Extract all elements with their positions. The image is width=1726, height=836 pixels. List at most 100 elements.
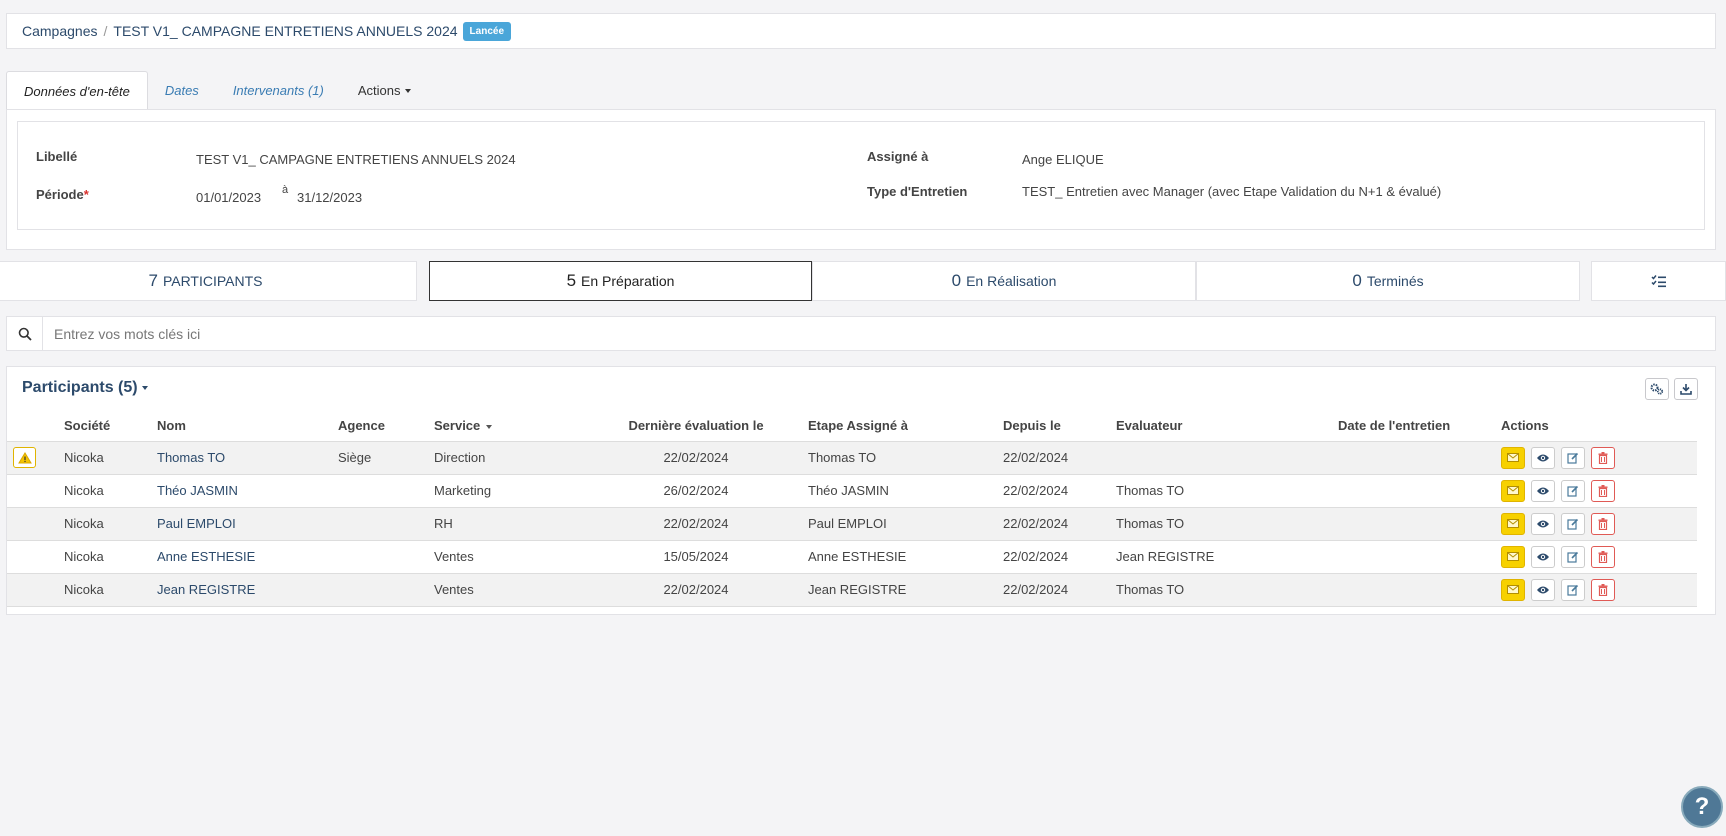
derniere-evaluation-cell: 15/05/2024 — [584, 540, 808, 574]
table-row[interactable]: Nicoka Thomas TO Siège Direction 22/02/2024 T… — [7, 441, 1697, 475]
derniere-evaluation-cell: 26/02/2024 — [584, 474, 808, 508]
edit-button[interactable] — [1561, 446, 1585, 469]
tab-header-data[interactable]: Données d'en-tête — [6, 71, 148, 110]
send-email-button[interactable] — [1501, 512, 1525, 535]
table-row[interactable]: Nicoka Anne ESTHESIE Ventes 15/05/2024 Anne … — [7, 540, 1697, 574]
caret-down-icon — [141, 385, 148, 390]
societe-cell: Nicoka — [64, 573, 157, 607]
societe-cell: Nicoka — [64, 507, 157, 541]
search-input[interactable] — [43, 317, 1715, 350]
send-email-button[interactable] — [1501, 578, 1525, 601]
checklist-button[interactable] — [1591, 261, 1726, 301]
derniere-evaluation-cell: 22/02/2024 — [584, 573, 808, 607]
column-settings-button[interactable] — [1645, 378, 1669, 400]
status-cell — [7, 474, 64, 508]
stat-count: 5 — [566, 271, 577, 290]
edit-button[interactable] — [1561, 512, 1585, 535]
nom-link[interactable]: Anne ESTHESIE — [157, 540, 338, 574]
date-entretien-cell — [1338, 573, 1501, 607]
send-email-button[interactable] — [1501, 479, 1525, 502]
table-row[interactable]: Nicoka Théo JASMIN Marketing 26/02/2024 Théo… — [7, 474, 1697, 508]
stat-termines[interactable]: 0 Terminés — [1196, 261, 1580, 301]
row-actions — [1501, 512, 1697, 535]
nom-link[interactable]: Jean REGISTRE — [157, 573, 338, 607]
edit-button[interactable] — [1561, 545, 1585, 568]
view-button[interactable] — [1531, 545, 1555, 568]
stat-en-realisation[interactable]: 0 En Réalisation — [812, 261, 1196, 301]
edit-button[interactable] — [1561, 578, 1585, 601]
col-date-entretien[interactable]: Date de l'entretien — [1338, 411, 1501, 442]
stat-en-preparation[interactable]: 5 En Préparation — [429, 261, 812, 301]
breadcrumb-current: TEST V1_ CAMPAGNE ENTRETIENS ANNUELS 202… — [113, 23, 458, 39]
edit-icon — [1567, 551, 1579, 563]
delete-button[interactable] — [1591, 446, 1615, 469]
col-etape-assigne[interactable]: Etape Assigné à — [808, 411, 1003, 442]
col-evaluateur[interactable]: Evaluateur — [1116, 411, 1338, 442]
stat-label: En Préparation — [581, 273, 675, 289]
view-button[interactable] — [1531, 512, 1555, 535]
export-button[interactable] — [1674, 378, 1698, 400]
search-bar — [6, 316, 1716, 351]
agence-cell — [338, 573, 434, 607]
societe-cell: Nicoka — [64, 474, 157, 508]
delete-button[interactable] — [1591, 545, 1615, 568]
checklist-icon — [1650, 275, 1666, 288]
row-actions — [1501, 545, 1697, 568]
nom-link[interactable]: Théo JASMIN — [157, 474, 338, 508]
gears-icon — [1650, 383, 1664, 395]
societe-cell: Nicoka — [64, 441, 157, 475]
edit-icon — [1567, 485, 1579, 497]
tab-actions-label: Actions — [357, 83, 401, 98]
tab-dates[interactable]: Dates — [148, 71, 216, 110]
breadcrumb-root-link[interactable]: Campagnes — [22, 23, 98, 39]
view-button[interactable] — [1531, 446, 1555, 469]
table-row[interactable]: Nicoka Jean REGISTRE Ventes 22/02/2024 Jean … — [7, 573, 1697, 607]
stat-count: 0 — [951, 271, 962, 290]
table-row[interactable]: Nicoka Paul EMPLOI RH 22/02/2024 Paul EMPLOI… — [7, 507, 1697, 541]
participants-title-dropdown[interactable]: Participants (5) — [22, 379, 148, 397]
header-panel: Libellé TEST V1_ CAMPAGNE ENTRETIENS ANN… — [6, 109, 1716, 250]
delete-button[interactable] — [1591, 479, 1615, 502]
send-email-button[interactable] — [1501, 545, 1525, 568]
required-marker: * — [83, 187, 89, 202]
search-icon[interactable] — [7, 317, 43, 350]
warning-icon[interactable] — [13, 447, 36, 468]
send-email-button[interactable] — [1501, 446, 1525, 469]
trash-icon — [1598, 583, 1608, 596]
col-nom[interactable]: Nom — [157, 411, 338, 442]
col-societe[interactable]: Société — [64, 411, 157, 442]
actions-cell — [1501, 573, 1697, 607]
help-button[interactable]: ? — [1681, 786, 1723, 828]
view-button[interactable] — [1531, 578, 1555, 601]
actions-cell — [1501, 441, 1697, 475]
delete-button[interactable] — [1591, 512, 1615, 535]
trash-icon — [1598, 451, 1608, 464]
derniere-evaluation-cell: 22/02/2024 — [584, 507, 808, 541]
delete-button[interactable] — [1591, 578, 1615, 601]
agence-cell: Siège — [338, 441, 434, 475]
periode-start: 01/01/2023 — [196, 190, 262, 205]
service-cell: Ventes — [434, 540, 584, 574]
nom-link[interactable]: Paul EMPLOI — [157, 507, 338, 541]
edit-button[interactable] — [1561, 479, 1585, 502]
tab-actions-dropdown[interactable]: Actions — [341, 71, 428, 110]
col-service[interactable]: Service — [434, 411, 584, 442]
periode-end: 31/12/2023 — [297, 190, 363, 205]
col-derniere-evaluation[interactable]: Dernière évaluation le — [584, 411, 808, 442]
edit-icon — [1567, 518, 1579, 530]
view-button[interactable] — [1531, 479, 1555, 502]
date-entretien-cell — [1338, 441, 1501, 475]
status-cell — [7, 441, 64, 475]
tab-participants[interactable]: Intervenants (1) — [216, 71, 341, 110]
depuis-cell: 22/02/2024 — [1003, 441, 1116, 475]
col-depuis[interactable]: Depuis le — [1003, 411, 1116, 442]
col-agence[interactable]: Agence — [338, 411, 434, 442]
tab-bar: Données d'en-tête Dates Intervenants (1)… — [6, 71, 428, 110]
edit-icon — [1567, 584, 1579, 596]
agence-cell — [338, 474, 434, 508]
participants-table: Société Nom Agence Service Dernière éval… — [7, 411, 1697, 607]
trash-icon — [1598, 517, 1608, 530]
stat-participants[interactable]: 7 PARTICIPANTS — [0, 261, 417, 301]
nom-link[interactable]: Thomas TO — [157, 441, 338, 475]
evaluateur-cell: Thomas TO — [1116, 573, 1338, 607]
